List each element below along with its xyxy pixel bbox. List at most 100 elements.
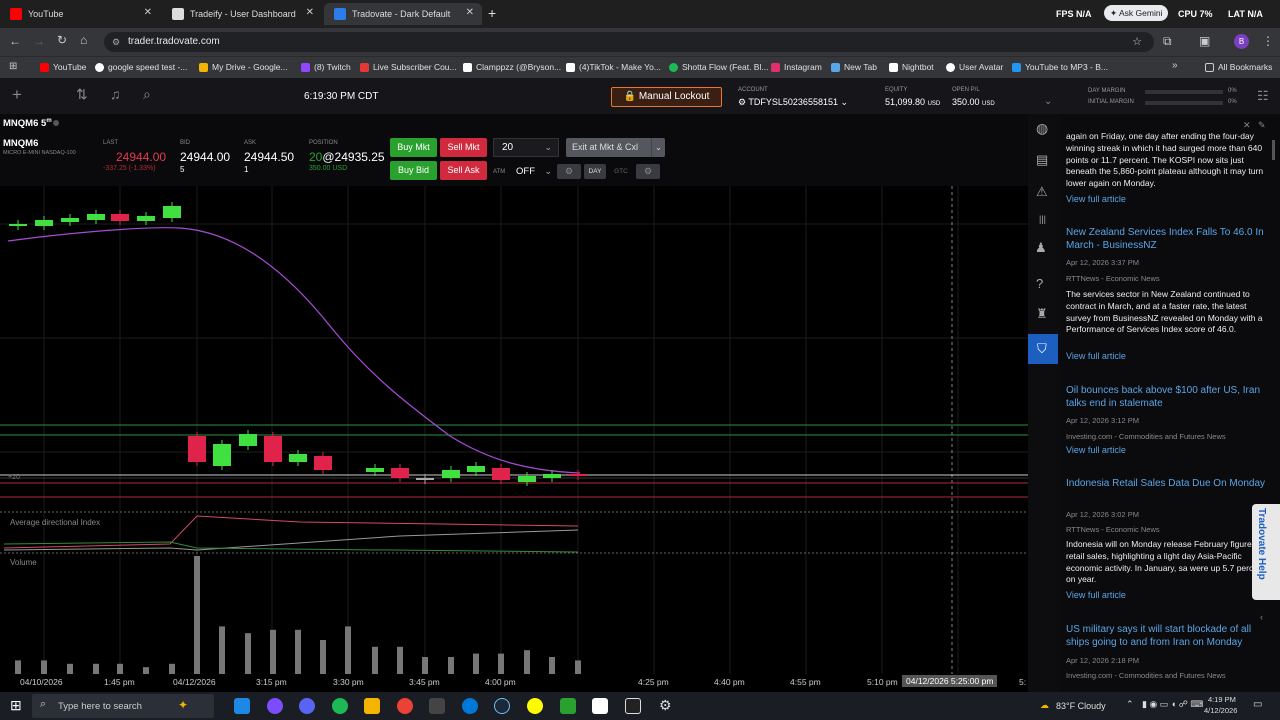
capcut-icon[interactable] (625, 698, 641, 714)
tab-tradeify[interactable]: Tradeify - User Dashboard ✕ (162, 3, 322, 25)
bookmark-star-icon[interactable]: ☆ (1132, 32, 1142, 52)
day-tif-button[interactable]: DAY (584, 164, 606, 179)
tab-youtube[interactable]: YouTube ✕ (0, 3, 160, 25)
discord-icon[interactable] (299, 698, 315, 714)
scrollbar-thumb[interactable] (1272, 140, 1275, 160)
atm-select[interactable]: OFF ⌄ (512, 163, 554, 180)
notification-icon[interactable]: ▭ (1253, 699, 1262, 710)
bookmark-item[interactable]: YouTube to MP3 - B... (1012, 62, 1108, 72)
spotify-icon[interactable] (332, 698, 348, 714)
view-full-article-link[interactable]: View full article (1066, 590, 1126, 600)
edge-icon[interactable] (462, 698, 478, 714)
bookmark-item[interactable]: (8) Twitch (301, 62, 351, 72)
bars-icon[interactable]: ||| (1039, 214, 1046, 224)
side-panel-icon[interactable]: ▣ (1199, 34, 1210, 48)
chat-icon[interactable]: ▤ (1036, 152, 1048, 168)
news-headline[interactable]: New Zealand Services Index Falls To 46.0… (1066, 226, 1272, 252)
snapchat-icon[interactable] (527, 698, 543, 714)
buy-bid-button[interactable]: Buy Bid (390, 161, 437, 180)
view-full-article-link[interactable]: View full article (1066, 445, 1126, 455)
bookmark-item[interactable]: Nightbot (889, 62, 934, 72)
bookmark-item[interactable]: User Avatar (946, 62, 1003, 72)
tray-icons[interactable]: ▮ ◉ ▭ ◖ ☍ ⌨ (1142, 699, 1203, 710)
trophy-icon[interactable]: ♜ (1036, 306, 1048, 322)
exit-at-market-button[interactable]: Exit at Mkt & Cxl ⌄ (566, 138, 665, 157)
account-selector[interactable]: ⚙ TDFYSL50236558151 ⌄ (738, 97, 848, 108)
search-icon[interactable]: ⌕ (143, 86, 151, 103)
news-headline[interactable]: Indonesia Retail Sales Data Due On Monda… (1066, 477, 1272, 490)
add-icon[interactable]: + (12, 85, 22, 105)
bookmark-item[interactable]: YouTube (40, 62, 86, 72)
home-icon[interactable]: ⌂ (80, 33, 87, 47)
news-shield-tab[interactable]: ⛉ (1028, 334, 1058, 364)
users-icon[interactable]: ♟ (1035, 240, 1047, 256)
windows-start-icon[interactable]: ⊞ (10, 697, 22, 714)
apps-grid-icon[interactable]: ⊞ (9, 61, 17, 72)
tray-chevron-icon[interactable]: ⌃ (1126, 699, 1134, 710)
bookmark-item[interactable]: New Tab (831, 62, 877, 72)
folder-icon[interactable] (364, 698, 380, 714)
close-tab-icon[interactable]: ✕ (306, 7, 314, 18)
extensions-icon[interactable]: ⧉ (1163, 34, 1172, 49)
steam-icon[interactable] (494, 698, 510, 714)
ask-gemini-button[interactable]: ✦ Ask Gemini (1104, 5, 1169, 21)
bookmark-item[interactable]: (4)TikTok - Make Yo... (566, 62, 661, 72)
buy-market-button[interactable]: Buy Mkt (390, 138, 437, 157)
bell-icon[interactable]: ♫ (110, 86, 121, 102)
sell-market-button[interactable]: Sell Mkt (440, 138, 487, 157)
all-bookmarks[interactable]: All Bookmarks (1205, 62, 1272, 72)
settings-sliders-icon[interactable]: ☷ (1257, 88, 1269, 104)
manual-lockout-button[interactable]: 🔒 Manual Lockout (611, 87, 722, 107)
chevron-down-icon[interactable]: ⌄ (651, 138, 665, 157)
bookmark-item[interactable]: Instagram (771, 62, 822, 72)
pin-icon[interactable]: ✎ (1258, 120, 1266, 131)
bookmark-item[interactable]: google speed test -... (95, 62, 187, 72)
tradingview-icon[interactable] (592, 698, 608, 714)
chart-canvas[interactable] (0, 186, 1028, 692)
back-icon[interactable]: ← (9, 34, 21, 48)
settings-gear-icon[interactable]: ⚙ (659, 697, 672, 714)
globe-icon[interactable]: ◍ (1036, 120, 1048, 137)
view-full-article-link[interactable]: View full article (1066, 194, 1126, 204)
file-explorer-icon[interactable] (234, 698, 250, 714)
gtc-tif-button[interactable]: GTC (609, 164, 633, 179)
bookmark-item[interactable]: Clamppzz (@Bryson... (463, 62, 561, 72)
url-input[interactable]: ⚙ trader.tradovate.com ☆ (104, 32, 1154, 52)
news-headline[interactable]: Oil bounces back above $100 after US, Ir… (1066, 384, 1272, 410)
taskbar-search-input[interactable]: ⌕ Type here to search ✦ (32, 694, 214, 718)
help-side-tab[interactable]: Tradovate Help (1252, 504, 1280, 600)
chrome-icon[interactable] (397, 698, 413, 714)
price-chart[interactable]: Average directional Index Volume +20 04/… (0, 186, 1028, 692)
news-headline[interactable]: US military says it will start blockade … (1066, 623, 1272, 649)
app-icon[interactable] (560, 698, 576, 714)
weather-text[interactable]: 83°F Cloudy (1056, 701, 1106, 711)
help-icon[interactable]: ? (1036, 276, 1043, 291)
app-icon[interactable] (429, 698, 445, 714)
chevron-down-icon[interactable]: ⌄ (1044, 96, 1052, 107)
forward-icon[interactable]: → (33, 34, 45, 48)
tab-tradovate[interactable]: Tradovate - Dark Default ✕ (324, 3, 482, 25)
reload-icon[interactable]: ↻ (57, 33, 67, 47)
view-full-article-link[interactable]: View full article (1066, 351, 1126, 361)
menu-kebab-icon[interactable]: ⋮ (1262, 34, 1274, 48)
taskbar-time[interactable]: 4:19 PM (1208, 695, 1236, 704)
atm-settings-icon[interactable]: ⚙ (557, 164, 581, 179)
sort-arrows-icon[interactable]: ⇅ (76, 86, 88, 103)
close-icon[interactable]: ✕ (1243, 120, 1251, 131)
warning-icon[interactable]: ⚠ (1036, 184, 1048, 200)
sell-ask-button[interactable]: Sell Ask (440, 161, 487, 180)
profile-avatar[interactable]: B (1234, 34, 1249, 49)
bookmark-item[interactable]: My Drive - Google... (199, 62, 288, 72)
quantity-input[interactable]: 20 ⌄ (493, 138, 559, 157)
more-bookmarks-icon[interactable]: » (1172, 60, 1178, 71)
taskbar-date[interactable]: 4/12/2026 (1204, 706, 1237, 715)
close-tab-icon[interactable]: ✕ (466, 7, 474, 18)
bookmark-item[interactable]: Shotta Flow (Feat. Bl... (669, 62, 768, 72)
copilot-icon[interactable] (267, 698, 283, 714)
bookmark-item[interactable]: Live Subscriber Cou... (360, 62, 457, 72)
close-tab-icon[interactable]: ✕ (144, 7, 152, 18)
chart-symbol[interactable]: MNQM6 5m (3, 118, 52, 129)
new-tab-button[interactable]: + (488, 5, 496, 21)
site-info-icon[interactable]: ⚙ (112, 32, 120, 52)
order-settings-icon[interactable]: ⚙ (636, 164, 660, 179)
